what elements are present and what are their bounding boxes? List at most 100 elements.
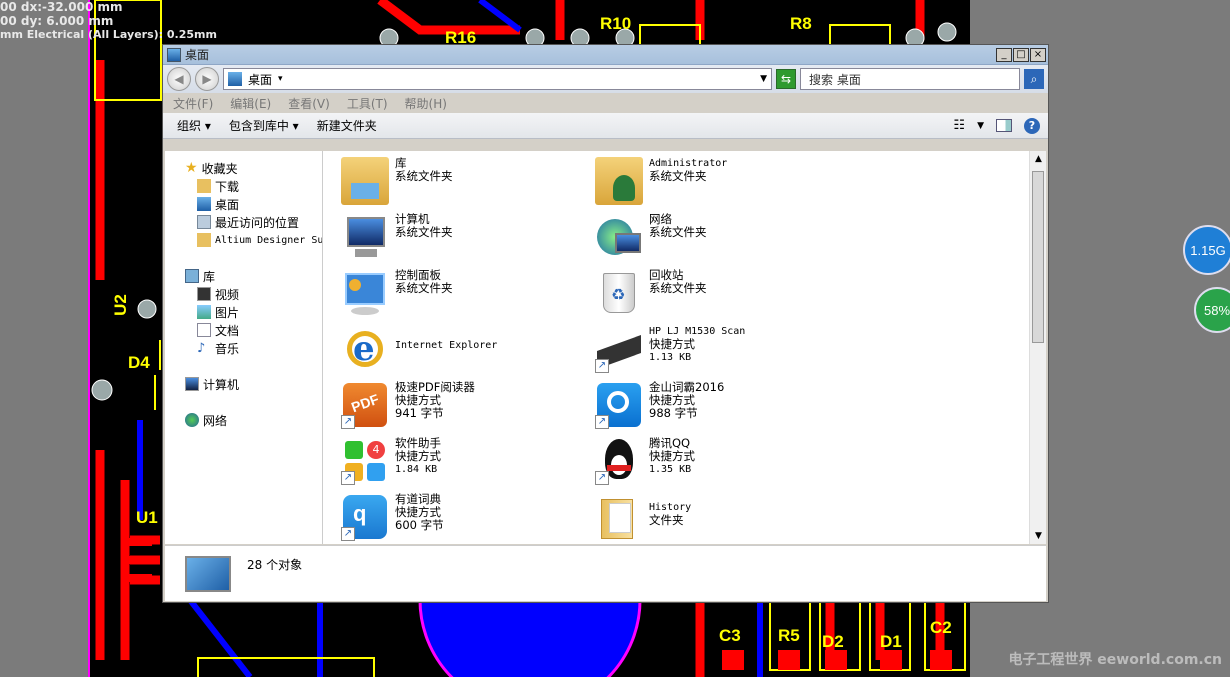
file-item[interactable]: ↗ HP LJ M1530 Scan 快捷方式 1.13 KB bbox=[595, 325, 845, 373]
file-size: 600 字节 bbox=[395, 518, 444, 532]
nav-item-documents[interactable]: 文档 bbox=[165, 321, 322, 339]
nav-item-label: Altium Designer Su bbox=[215, 234, 322, 246]
menu-help[interactable]: 帮助(H) bbox=[405, 95, 447, 112]
file-type: 系统文件夹 bbox=[395, 169, 453, 183]
scroll-down-icon[interactable]: ▼ bbox=[1030, 528, 1047, 544]
organize-button[interactable]: 组织 ▾ bbox=[177, 117, 211, 134]
nav-network[interactable]: 网络 bbox=[165, 411, 322, 429]
new-folder-button[interactable]: 新建文件夹 bbox=[317, 117, 377, 134]
view-options-icon[interactable]: ☷ bbox=[953, 118, 965, 133]
software-helper-icon: 4 ↗ bbox=[341, 437, 389, 485]
nav-item-label: 图片 bbox=[215, 305, 240, 320]
folder-icon bbox=[595, 493, 643, 541]
nav-item-recent[interactable]: 最近访问的位置 bbox=[165, 213, 322, 231]
forward-button[interactable]: ▶ bbox=[195, 67, 219, 91]
pcb-label-d1: D1 bbox=[880, 632, 902, 651]
search-button[interactable]: ⌕ bbox=[1024, 69, 1044, 89]
close-button[interactable]: × bbox=[1030, 47, 1046, 62]
file-list: 库系统文件夹 Administrator 系统文件夹 计算机 系统文件夹 网络 系统文… bbox=[323, 151, 1029, 544]
library-folder-icon bbox=[341, 157, 389, 205]
scroll-up-icon[interactable]: ▲ bbox=[1030, 151, 1047, 167]
refresh-button[interactable]: ⇆ bbox=[776, 69, 796, 89]
star-icon: ★ bbox=[185, 160, 198, 176]
file-item[interactable]: q ↗ 有道词典 快捷方式 600 字节 bbox=[341, 493, 591, 541]
network-icon bbox=[595, 213, 643, 261]
file-item[interactable]: ♻ 回收站 系统文件夹 bbox=[595, 269, 845, 317]
nav-item-pictures[interactable]: 图片 bbox=[165, 303, 322, 321]
file-item[interactable]: ↗ 金山词霸2016 快捷方式 988 字节 bbox=[595, 381, 845, 429]
library-icon bbox=[185, 269, 199, 283]
nav-favorites-label: 收藏夹 bbox=[201, 161, 238, 176]
refresh-icon: ⇆ bbox=[780, 72, 792, 86]
nav-favorites[interactable]: ★ 收藏夹 bbox=[165, 159, 322, 177]
file-item[interactable]: 控制面板 系统文件夹 bbox=[341, 269, 591, 317]
pcb-coordinate-dy: 00 dy: 6.000 mm bbox=[0, 14, 114, 28]
chevron-down-icon[interactable]: ▾ bbox=[278, 74, 283, 84]
file-type: 文件夹 bbox=[649, 513, 684, 527]
file-item[interactable]: Administrator 系统文件夹 bbox=[595, 157, 845, 205]
desktop-icon bbox=[197, 197, 211, 211]
help-icon[interactable]: ? bbox=[1024, 117, 1040, 134]
nav-computer[interactable]: 计算机 bbox=[165, 375, 322, 393]
nav-item-videos[interactable]: 视频 bbox=[165, 285, 322, 303]
preview-pane-icon[interactable] bbox=[996, 119, 1012, 132]
music-icon: ♪ bbox=[197, 340, 206, 356]
file-item[interactable]: 库系统文件夹 bbox=[341, 157, 591, 205]
address-text: 桌面 bbox=[248, 72, 273, 87]
file-item[interactable]: 计算机 系统文件夹 bbox=[341, 213, 591, 261]
file-item[interactable]: History 文件夹 bbox=[595, 493, 845, 541]
pcb-label-r5: R5 bbox=[778, 626, 800, 645]
menu-edit[interactable]: 编辑(E) bbox=[230, 95, 271, 112]
file-item[interactable]: PDF ↗ 极速PDF阅读器 快捷方式 941 字节 bbox=[341, 381, 591, 429]
file-size: 1.35 KB bbox=[649, 464, 692, 475]
vertical-scrollbar[interactable]: ▲ ▼ bbox=[1029, 151, 1046, 544]
nav-libraries[interactable]: 库 bbox=[165, 267, 322, 285]
chevron-down-icon[interactable]: ▼ bbox=[977, 121, 984, 131]
include-in-library-button[interactable]: 包含到库中 ▾ bbox=[229, 117, 299, 134]
explorer-window: 桌面 _ □ × ◀ ▶ 桌面 ▾ ▼ ⇆ 搜索 桌面 ⌕ 文件(F) 编辑(E… bbox=[162, 44, 1049, 603]
nav-item-music[interactable]: ♪ 音乐 bbox=[165, 339, 322, 357]
back-button[interactable]: ◀ bbox=[167, 67, 191, 91]
control-panel-icon bbox=[341, 269, 389, 317]
nav-item-label: 视频 bbox=[215, 287, 240, 302]
nav-item-downloads[interactable]: 下载 bbox=[165, 177, 322, 195]
memory-gauge-widget[interactable]: 1.15G bbox=[1184, 226, 1230, 274]
file-type: 系统文件夹 bbox=[395, 225, 453, 239]
minimize-button[interactable]: _ bbox=[996, 47, 1012, 62]
maximize-button[interactable]: □ bbox=[1013, 47, 1029, 62]
file-size: 1.84 KB bbox=[395, 464, 438, 475]
address-bar[interactable]: 桌面 ▾ ▼ bbox=[223, 68, 772, 90]
nav-item-altium[interactable]: Altium Designer Su bbox=[165, 231, 322, 249]
menu-view[interactable]: 查看(V) bbox=[288, 95, 330, 112]
pcb-label-d4: D4 bbox=[128, 353, 150, 372]
file-type: 系统文件夹 bbox=[649, 281, 707, 295]
recent-places-icon bbox=[197, 215, 211, 229]
pcb-label-u2: U2 bbox=[110, 294, 130, 316]
file-type: 快捷方式 bbox=[649, 449, 695, 463]
file-size: 941 字节 bbox=[395, 406, 444, 420]
pcb-label-d2: D2 bbox=[822, 632, 844, 651]
computer-icon bbox=[341, 213, 389, 261]
file-item[interactable]: 4 ↗ 软件助手 快捷方式 1.84 KB bbox=[341, 437, 591, 485]
menu-file[interactable]: 文件(F) bbox=[173, 95, 213, 112]
ie-icon: e bbox=[341, 325, 389, 373]
file-item[interactable]: ↗ 腾讯QQ 快捷方式 1.35 KB bbox=[595, 437, 845, 485]
file-name: Internet Explorer bbox=[395, 340, 498, 351]
details-pane: 28 个对象 bbox=[165, 545, 1046, 601]
menu-tools[interactable]: 工具(T) bbox=[347, 95, 388, 112]
computer-icon bbox=[185, 377, 199, 391]
site-watermark: 电子工程世界 eeworld.com.cn bbox=[1008, 652, 1222, 668]
navigation-pane: ★ 收藏夹 下载 桌面 最近访问的位置 Altium Designer Su 库… bbox=[165, 151, 323, 544]
scrollbar-thumb[interactable] bbox=[1032, 171, 1044, 343]
desktop-icon bbox=[167, 47, 181, 62]
address-dropdown-icon[interactable]: ▼ bbox=[760, 74, 767, 84]
file-item[interactable]: 网络 系统文件夹 bbox=[595, 213, 845, 261]
pcb-label-c3: C3 bbox=[719, 626, 741, 645]
file-item[interactable]: e Internet Explorer bbox=[341, 325, 591, 373]
search-input[interactable]: 搜索 桌面 bbox=[800, 68, 1020, 90]
video-icon bbox=[197, 287, 211, 301]
title-bar[interactable]: 桌面 _ □ × bbox=[163, 45, 1048, 65]
nav-item-desktop[interactable]: 桌面 bbox=[165, 195, 322, 213]
scanner-icon: ↗ bbox=[595, 325, 643, 373]
explorer-body: ★ 收藏夹 下载 桌面 最近访问的位置 Altium Designer Su 库… bbox=[165, 151, 1046, 544]
